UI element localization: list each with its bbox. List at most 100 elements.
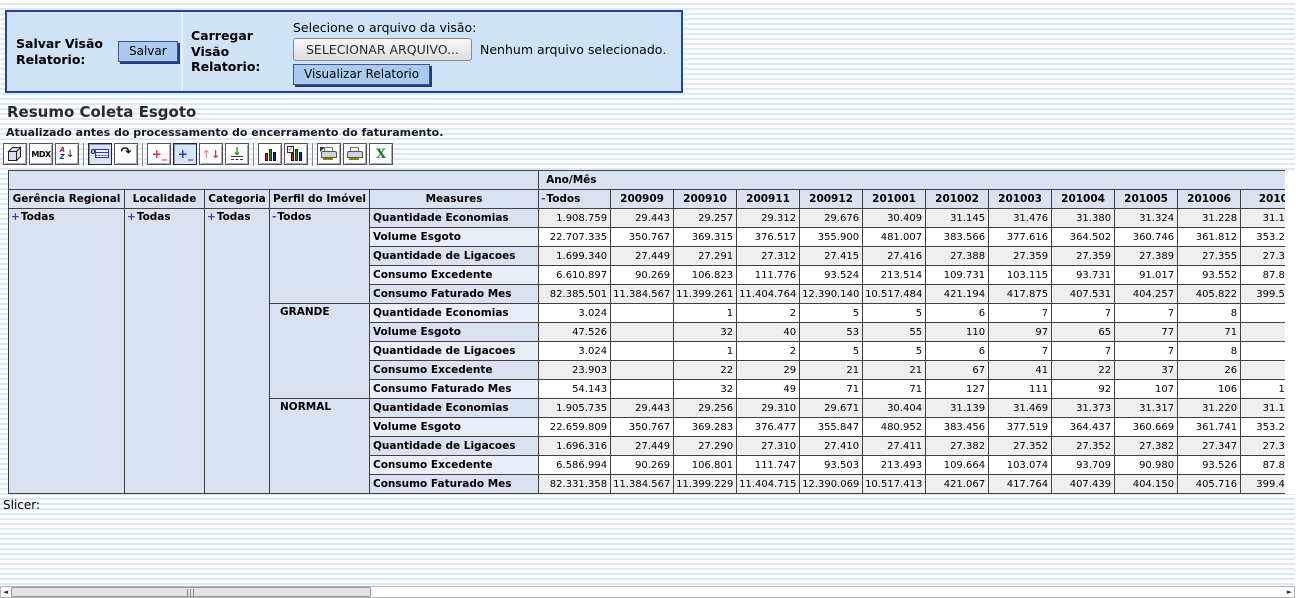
value-cell: 407.439 (1052, 475, 1115, 494)
value-cell: 364.437 (1052, 418, 1115, 437)
value-cell: 27.291 (674, 247, 737, 266)
drill-replace-button[interactable]: ↑↓ (199, 143, 223, 165)
value-cell: 82.385.501 (539, 285, 611, 304)
value-cell: 71 (1178, 323, 1241, 342)
swap-axes-button[interactable]: ↷ (114, 143, 138, 165)
value-cell: 27.355 (1178, 247, 1241, 266)
print-config-button[interactable] (317, 143, 341, 165)
print-button[interactable] (343, 143, 367, 165)
view-report-button[interactable]: Visualizar Relatorio (293, 64, 430, 85)
chart-config-button[interactable]: ✓ (284, 143, 308, 165)
expand-toggle-icon[interactable]: + (207, 211, 216, 223)
drill-position-button[interactable]: +_ (173, 143, 197, 165)
value-cell (611, 380, 674, 399)
load-view-label: Carregar Visão Relatorio: (191, 28, 283, 75)
value-cell: 27.388 (926, 247, 989, 266)
value-cell: 361.741 (1178, 418, 1241, 437)
value-cell: 355.900 (800, 228, 863, 247)
sort-button[interactable]: AZ↓ (55, 143, 79, 165)
export-excel-button[interactable]: X (369, 143, 393, 165)
value-cell: 405.716 (1178, 475, 1241, 494)
month-column-header: 201004 (1052, 190, 1115, 209)
value-cell: 31.373 (1052, 399, 1115, 418)
value-cell: 103.115 (989, 266, 1052, 285)
value-cell: 350.767 (611, 418, 674, 437)
value-cell: 417.764 (989, 475, 1052, 494)
value-cell: 32 (674, 323, 737, 342)
mdx-editor-button[interactable]: MDX (29, 143, 53, 165)
value-cell: 7 (1241, 323, 1285, 342)
value-cell: 1.696.316 (539, 437, 611, 456)
page-title: Resumo Coleta Esgoto (7, 103, 196, 121)
value-cell: 27.359 (989, 247, 1052, 266)
value-cell: 23.903 (539, 361, 611, 380)
profile-member-cell[interactable]: -Todos (270, 209, 370, 304)
value-cell (611, 304, 674, 323)
expand-toggle-icon[interactable]: + (127, 211, 136, 223)
save-view-label: Salvar Visão Relatorio: (16, 36, 108, 67)
value-cell: 54.143 (539, 380, 611, 399)
value-cell: 10.517.413 (863, 475, 926, 494)
value-cell: 12.390.069 (800, 475, 863, 494)
value-cell: 31.476 (989, 209, 1052, 228)
pivot-table-viewport: Ano/MêsGerência RegionalLocalidadeCatego… (8, 170, 1285, 494)
value-cell: 40 (737, 323, 800, 342)
month-column-header: 201007 (1241, 190, 1285, 209)
scroll-left-icon[interactable]: ◄ (1, 587, 10, 597)
value-cell: 91.017 (1115, 266, 1178, 285)
slicer-label: Slicer: (3, 498, 40, 512)
olap-navigator-button[interactable] (3, 143, 27, 165)
value-cell: 65 (1052, 323, 1115, 342)
expand-toggle-icon[interactable]: + (11, 211, 20, 223)
expand-toggle-icon[interactable]: - (541, 193, 545, 205)
value-cell: 29.310 (737, 399, 800, 418)
value-cell: 481.007 (863, 228, 926, 247)
value-cell: 6.586.994 (539, 456, 611, 475)
value-cell: 77 (1115, 323, 1178, 342)
horizontal-scrollbar[interactable]: ◄ ► (0, 586, 1295, 598)
month-column-header: 200912 (800, 190, 863, 209)
measure-label-cell: Consumo Excedente (370, 456, 539, 475)
expand-toggle-icon[interactable]: - (272, 211, 276, 223)
dimension-member-cell[interactable]: +Todas (125, 209, 205, 494)
value-cell: 383.456 (926, 418, 989, 437)
value-cell: 31.324 (1115, 209, 1178, 228)
value-cell: 32 (674, 380, 737, 399)
select-file-button[interactable]: SELECIONAR ARQUIVO... (293, 38, 472, 61)
file-prompt-label: Selecione o arquivo da visão: (293, 20, 666, 35)
value-cell: 71 (863, 380, 926, 399)
value-cell: 376.477 (737, 418, 800, 437)
value-cell: 404.150 (1115, 475, 1178, 494)
scrollbar-track[interactable] (10, 587, 1285, 597)
value-cell: 27.410 (800, 437, 863, 456)
scroll-right-icon[interactable]: ► (1285, 587, 1294, 597)
drill-through-button[interactable]: ↓ (225, 143, 249, 165)
value-cell: 8 (1178, 304, 1241, 323)
checkmark-icon: ✓ (287, 146, 294, 153)
show-chart-button[interactable] (258, 143, 282, 165)
value-cell: 5 (800, 304, 863, 323)
printer-icon (346, 147, 364, 161)
value-cell: 31.145 (926, 209, 989, 228)
show-empty-cells-button[interactable]: 0 (88, 143, 112, 165)
value-cell: 21 (800, 361, 863, 380)
save-button[interactable]: Salvar (118, 41, 178, 62)
month-column-header: 201002 (926, 190, 989, 209)
value-cell: 1.908.759 (539, 209, 611, 228)
value-cell: 71 (800, 380, 863, 399)
value-cell: 213.514 (863, 266, 926, 285)
drill-member-button[interactable]: +_ (147, 143, 171, 165)
value-cell: 213.493 (863, 456, 926, 475)
value-cell: 31.15 (1241, 399, 1285, 418)
dimension-member-cell[interactable]: +Todas (205, 209, 270, 494)
dimension-member-cell[interactable]: +Todas (9, 209, 125, 494)
value-cell: 49 (737, 380, 800, 399)
value-cell: 26 (1178, 361, 1241, 380)
measure-label-cell: Consumo Excedente (370, 266, 539, 285)
month-column-header[interactable]: -Todos (539, 190, 611, 209)
value-cell: 7 (989, 342, 1052, 361)
scrollbar-thumb[interactable] (11, 587, 371, 597)
profile-member-cell: NORMAL (270, 399, 370, 494)
value-cell: 1 (674, 342, 737, 361)
file-input-row: SELECIONAR ARQUIVO... Nenhum arquivo sel… (293, 38, 666, 61)
